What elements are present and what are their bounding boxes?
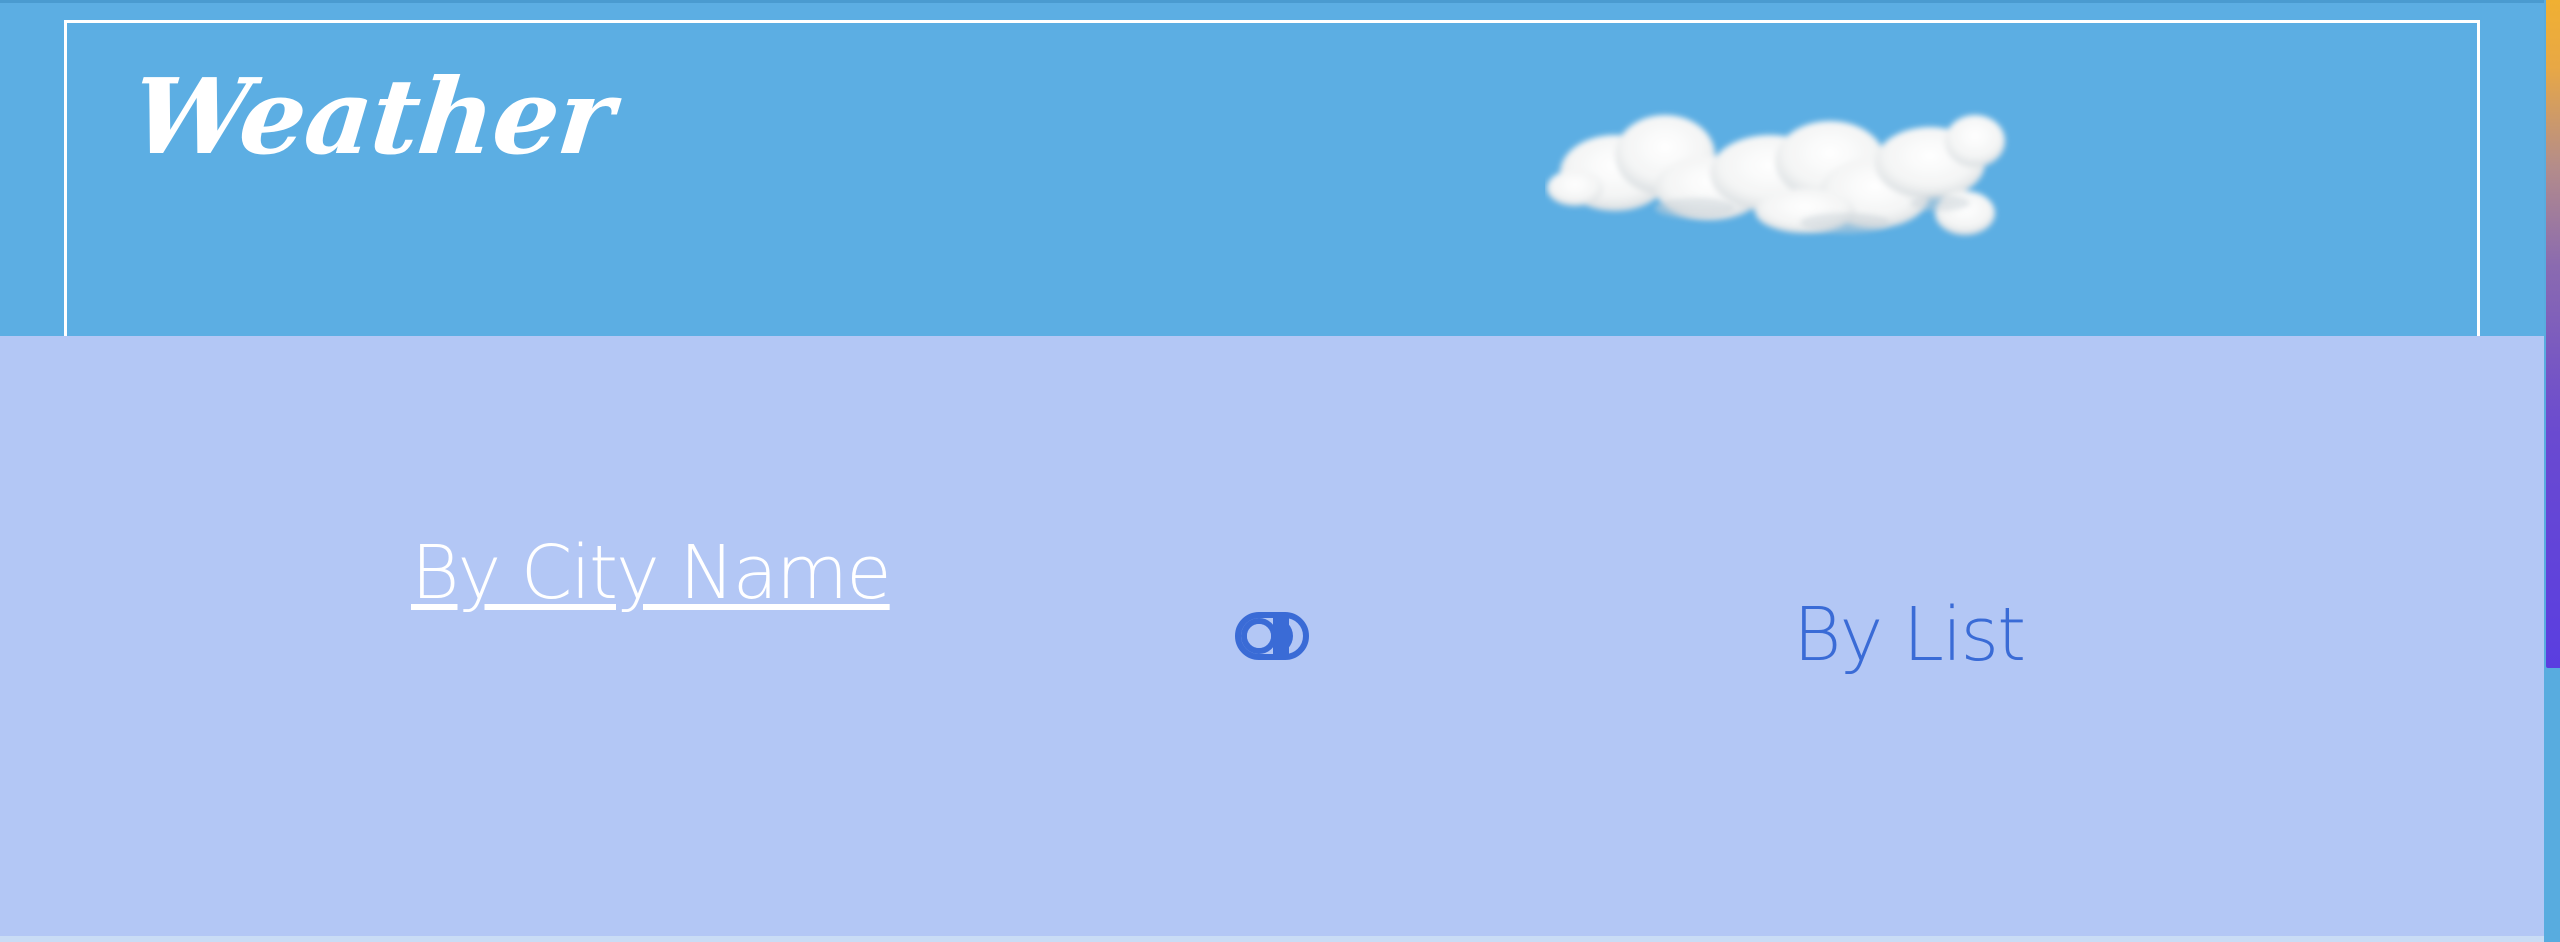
toggle-switch-icon[interactable] bbox=[1235, 612, 1309, 660]
by-list-link[interactable]: By List bbox=[1793, 598, 2026, 672]
page-content: Weather By City Name By List bbox=[0, 0, 2544, 942]
search-mode-panel: By City Name By List bbox=[0, 336, 2544, 936]
weather-app: Weather By City Name By List bbox=[0, 0, 2560, 942]
by-city-name-link[interactable]: By City Name bbox=[411, 536, 892, 610]
page-header: Weather bbox=[0, 0, 2544, 350]
scrollbar-thumb[interactable] bbox=[2546, 0, 2560, 668]
scrollbar[interactable] bbox=[2544, 0, 2560, 942]
app-title: Weather bbox=[126, 55, 620, 178]
bottom-edge bbox=[0, 936, 2560, 942]
cloud-image bbox=[1547, 115, 2005, 235]
